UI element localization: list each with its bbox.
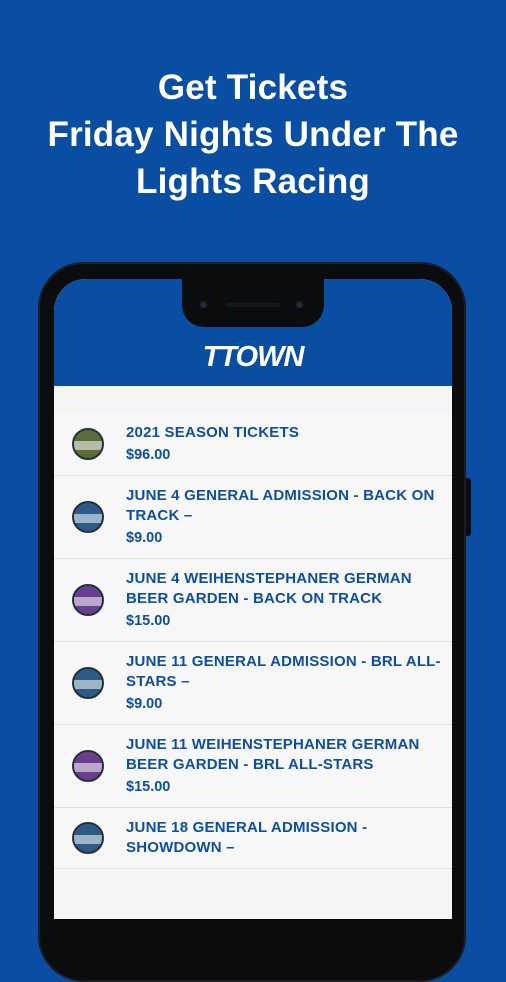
general-admission-ticket-icon: [72, 822, 104, 854]
beer-garden-ticket-icon: [72, 750, 104, 782]
ticket-item[interactable]: JUNE 4 GENERAL ADMISSION - BACK ON TRACK…: [54, 476, 452, 559]
ticket-price: $15.00: [126, 613, 171, 629]
beer-garden-ticket-icon: [72, 584, 104, 616]
phone-screen: TTOWN 2021 SEASON TICKETS $96.00 JUNE 4 …: [54, 279, 452, 919]
phone-side-button: [466, 478, 471, 536]
ticket-title: JUNE 11 GENERAL ADMISSION - BRL ALL-STAR…: [126, 653, 441, 690]
ticket-price: $15.00: [126, 779, 171, 795]
season-ticket-icon: [72, 428, 104, 460]
ticket-item[interactable]: JUNE 11 GENERAL ADMISSION - BRL ALL-STAR…: [54, 642, 452, 725]
ticket-item[interactable]: JUNE 18 GENERAL ADMISSION - SHOWDOWN –: [54, 808, 452, 869]
ticket-title: JUNE 4 WEIHENSTEPHANER GERMAN BEER GARDE…: [126, 570, 412, 607]
ticket-list: 2021 SEASON TICKETS $96.00 JUNE 4 GENERA…: [54, 413, 452, 869]
ticket-price: $9.00: [126, 530, 163, 546]
sensor-icon: [296, 301, 303, 308]
ticket-item[interactable]: 2021 SEASON TICKETS $96.00: [54, 413, 452, 476]
ticket-price: $96.00: [126, 447, 171, 463]
promo-headline: Get Tickets Friday Nights Under The Ligh…: [0, 64, 506, 205]
front-camera-icon: [200, 301, 207, 308]
ticket-title: JUNE 4 GENERAL ADMISSION - BACK ON TRACK…: [126, 487, 435, 524]
phone-notch: [182, 279, 324, 327]
ticket-price: $9.00: [126, 696, 163, 712]
general-admission-ticket-icon: [72, 667, 104, 699]
ticket-title: JUNE 18 GENERAL ADMISSION - SHOWDOWN –: [126, 819, 368, 856]
headline-line-2: Friday Nights Under The: [47, 115, 459, 154]
ticket-item[interactable]: JUNE 11 WEIHENSTEPHANER GERMAN BEER GARD…: [54, 725, 452, 808]
ticket-title: JUNE 11 WEIHENSTEPHANER GERMAN BEER GARD…: [126, 736, 420, 773]
headline-line-3: Lights Racing: [136, 162, 370, 201]
ticket-item[interactable]: JUNE 4 WEIHENSTEPHANER GERMAN BEER GARDE…: [54, 559, 452, 642]
ticket-title: 2021 SEASON TICKETS: [126, 424, 300, 441]
earpiece-speaker: [226, 303, 280, 307]
headline-line-1: Get Tickets: [157, 68, 349, 107]
ttown-logo: TTOWN: [202, 341, 305, 373]
general-admission-ticket-icon: [72, 501, 104, 533]
